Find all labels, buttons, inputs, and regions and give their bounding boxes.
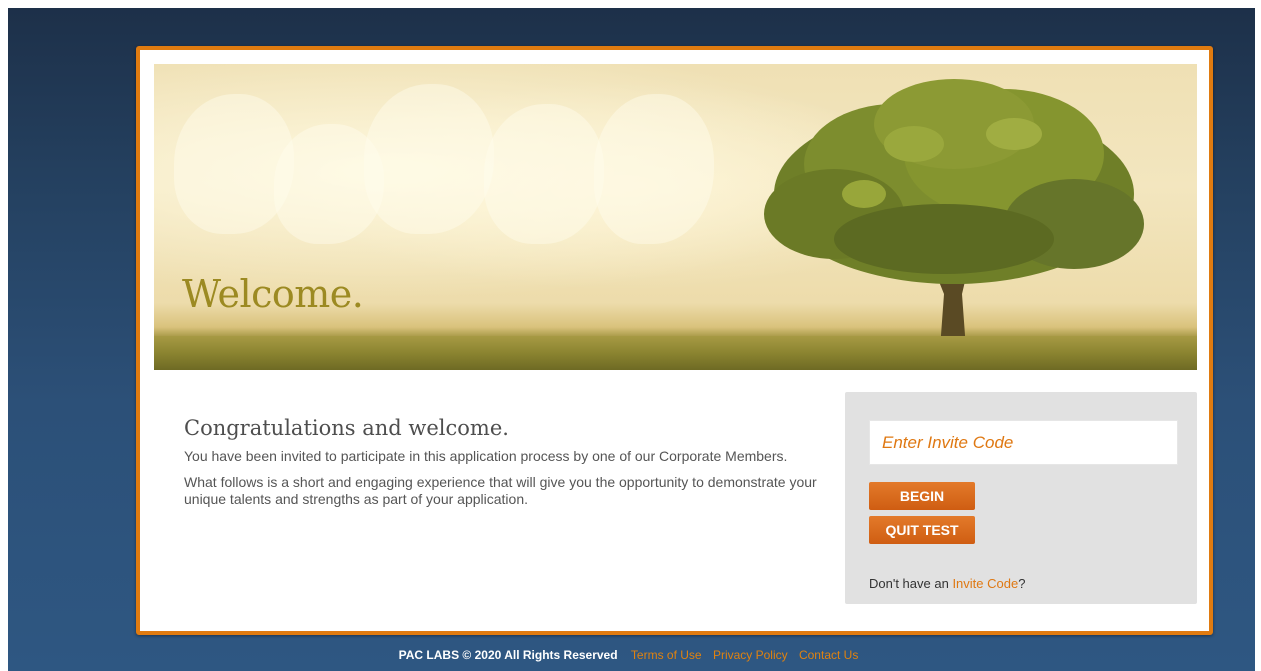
welcome-heading: Congratulations and welcome. [184,416,509,440]
leaf-watermark [364,84,494,234]
tree-illustration [764,79,1144,349]
begin-button[interactable]: BEGIN [869,482,975,510]
welcome-paragraph-2: What follows is a short and engaging exp… [184,474,817,507]
terms-of-use-link[interactable]: Terms of Use [631,648,702,662]
footer-copyright: PAC LABS © 2020 All Rights Reserved [398,648,618,662]
footer: PAC LABS © 2020 All Rights Reserved Term… [0,648,1261,662]
invite-panel: BEGIN QUIT TEST Don't have an Invite Cod… [845,392,1197,604]
privacy-policy-link[interactable]: Privacy Policy [713,648,788,662]
no-invite-code-text: Don't have an Invite Code? [869,576,1025,591]
hero-ground [154,336,1197,370]
leaf-watermark [594,94,714,244]
contact-us-link[interactable]: Contact Us [799,648,858,662]
no-code-suffix: ? [1018,576,1026,591]
main-frame: Welcome. Congratulations and welcome. Yo… [136,46,1213,635]
invite-code-input[interactable] [869,420,1178,465]
welcome-content: Congratulations and welcome. You have be… [184,416,824,517]
invite-code-link[interactable]: Invite Code [952,576,1018,591]
leaf-watermark [484,104,604,244]
hero-title: Welcome. [182,272,364,316]
welcome-paragraph-1: You have been invited to participate in … [184,448,788,464]
quit-test-button[interactable]: QUIT TEST [869,516,975,544]
no-code-prefix: Don't have an [869,576,953,591]
hero-banner: Welcome. [154,64,1197,370]
